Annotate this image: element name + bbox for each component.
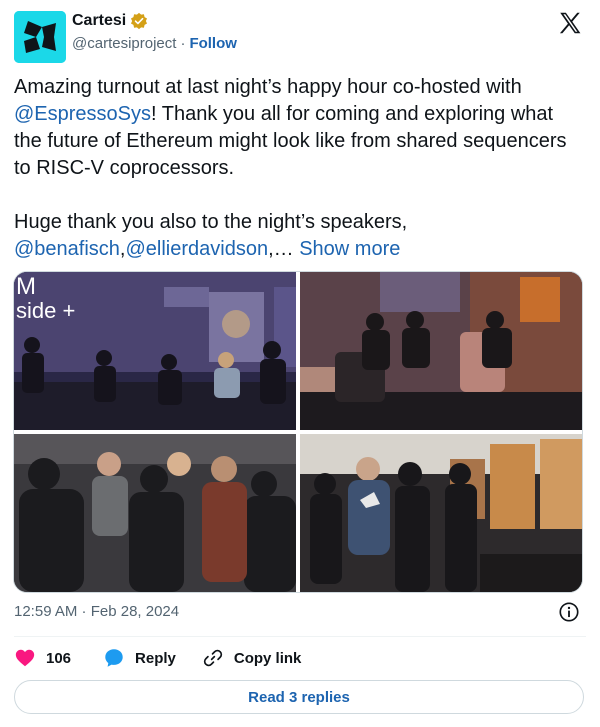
tweet-paragraph-2: Huge thank you also to the night’s speak… [14, 209, 586, 263]
author-handle[interactable]: @cartesiproject [72, 35, 176, 52]
handle-separator: · [180, 35, 186, 52]
author-name-row: Cartesi [72, 12, 148, 30]
heart-icon [15, 649, 35, 667]
reply-bubble-icon [105, 649, 123, 667]
gallery-crowd-image [300, 434, 582, 592]
copy-link-label: Copy link [233, 649, 302, 667]
photo-grid: M side + [13, 271, 583, 593]
tweet-card: Cartesi @cartesiproject · Follow Amazing… [0, 0, 600, 727]
link-icon [203, 649, 223, 667]
verified-badge-icon [131, 12, 148, 30]
mention-benafisch[interactable]: @benafisch [14, 238, 120, 260]
copy-link-button[interactable]: Copy link [202, 647, 302, 669]
photo-panel-couches[interactable] [300, 272, 582, 430]
panel-discussion-image: M side + [14, 272, 296, 430]
mention-espressosys[interactable]: @EspressoSys [14, 103, 151, 125]
tweet-text: Amazing turnout at last night’s happy ho… [14, 74, 586, 263]
text-segment: Huge thank you also to the night’s speak… [14, 211, 408, 233]
like-button[interactable]: 106 [14, 647, 71, 669]
stage-overlay-text: side + [16, 298, 75, 323]
divider [14, 636, 586, 637]
tweet-timestamp[interactable]: 12:59 AM · Feb 28, 2024 [14, 603, 179, 620]
author-handle-row: @cartesiproject · Follow [72, 35, 237, 52]
reply-button[interactable]: Reply [103, 647, 176, 669]
like-count: 106 [46, 649, 72, 667]
photo-crowd[interactable] [14, 434, 296, 592]
photo-gallery[interactable] [300, 434, 582, 592]
follow-button[interactable]: Follow [189, 35, 237, 52]
crowd-image [14, 434, 296, 592]
speakers-couch-image [300, 272, 582, 430]
stage-overlay-letter: M [16, 273, 36, 300]
show-more-link[interactable]: Show more [299, 238, 400, 260]
x-logo-icon[interactable] [557, 10, 583, 36]
info-icon[interactable] [558, 601, 580, 623]
text-segment: Amazing turnout at last night’s happy ho… [14, 76, 522, 98]
photo-panel-stage[interactable]: M side + [14, 272, 296, 430]
author-name[interactable]: Cartesi [72, 12, 126, 30]
author-avatar[interactable] [14, 11, 66, 63]
mention-ellierdavidson[interactable]: @ellierdavidson [125, 238, 268, 260]
tweet-paragraph-1: Amazing turnout at last night’s happy ho… [14, 74, 586, 182]
action-bar: 106 Reply Copy link [14, 646, 301, 670]
cartesi-logo-icon [14, 11, 66, 63]
read-replies-button[interactable]: Read 3 replies [14, 680, 584, 714]
reply-label: Reply [135, 649, 176, 667]
text-segment: ,… [268, 238, 300, 260]
